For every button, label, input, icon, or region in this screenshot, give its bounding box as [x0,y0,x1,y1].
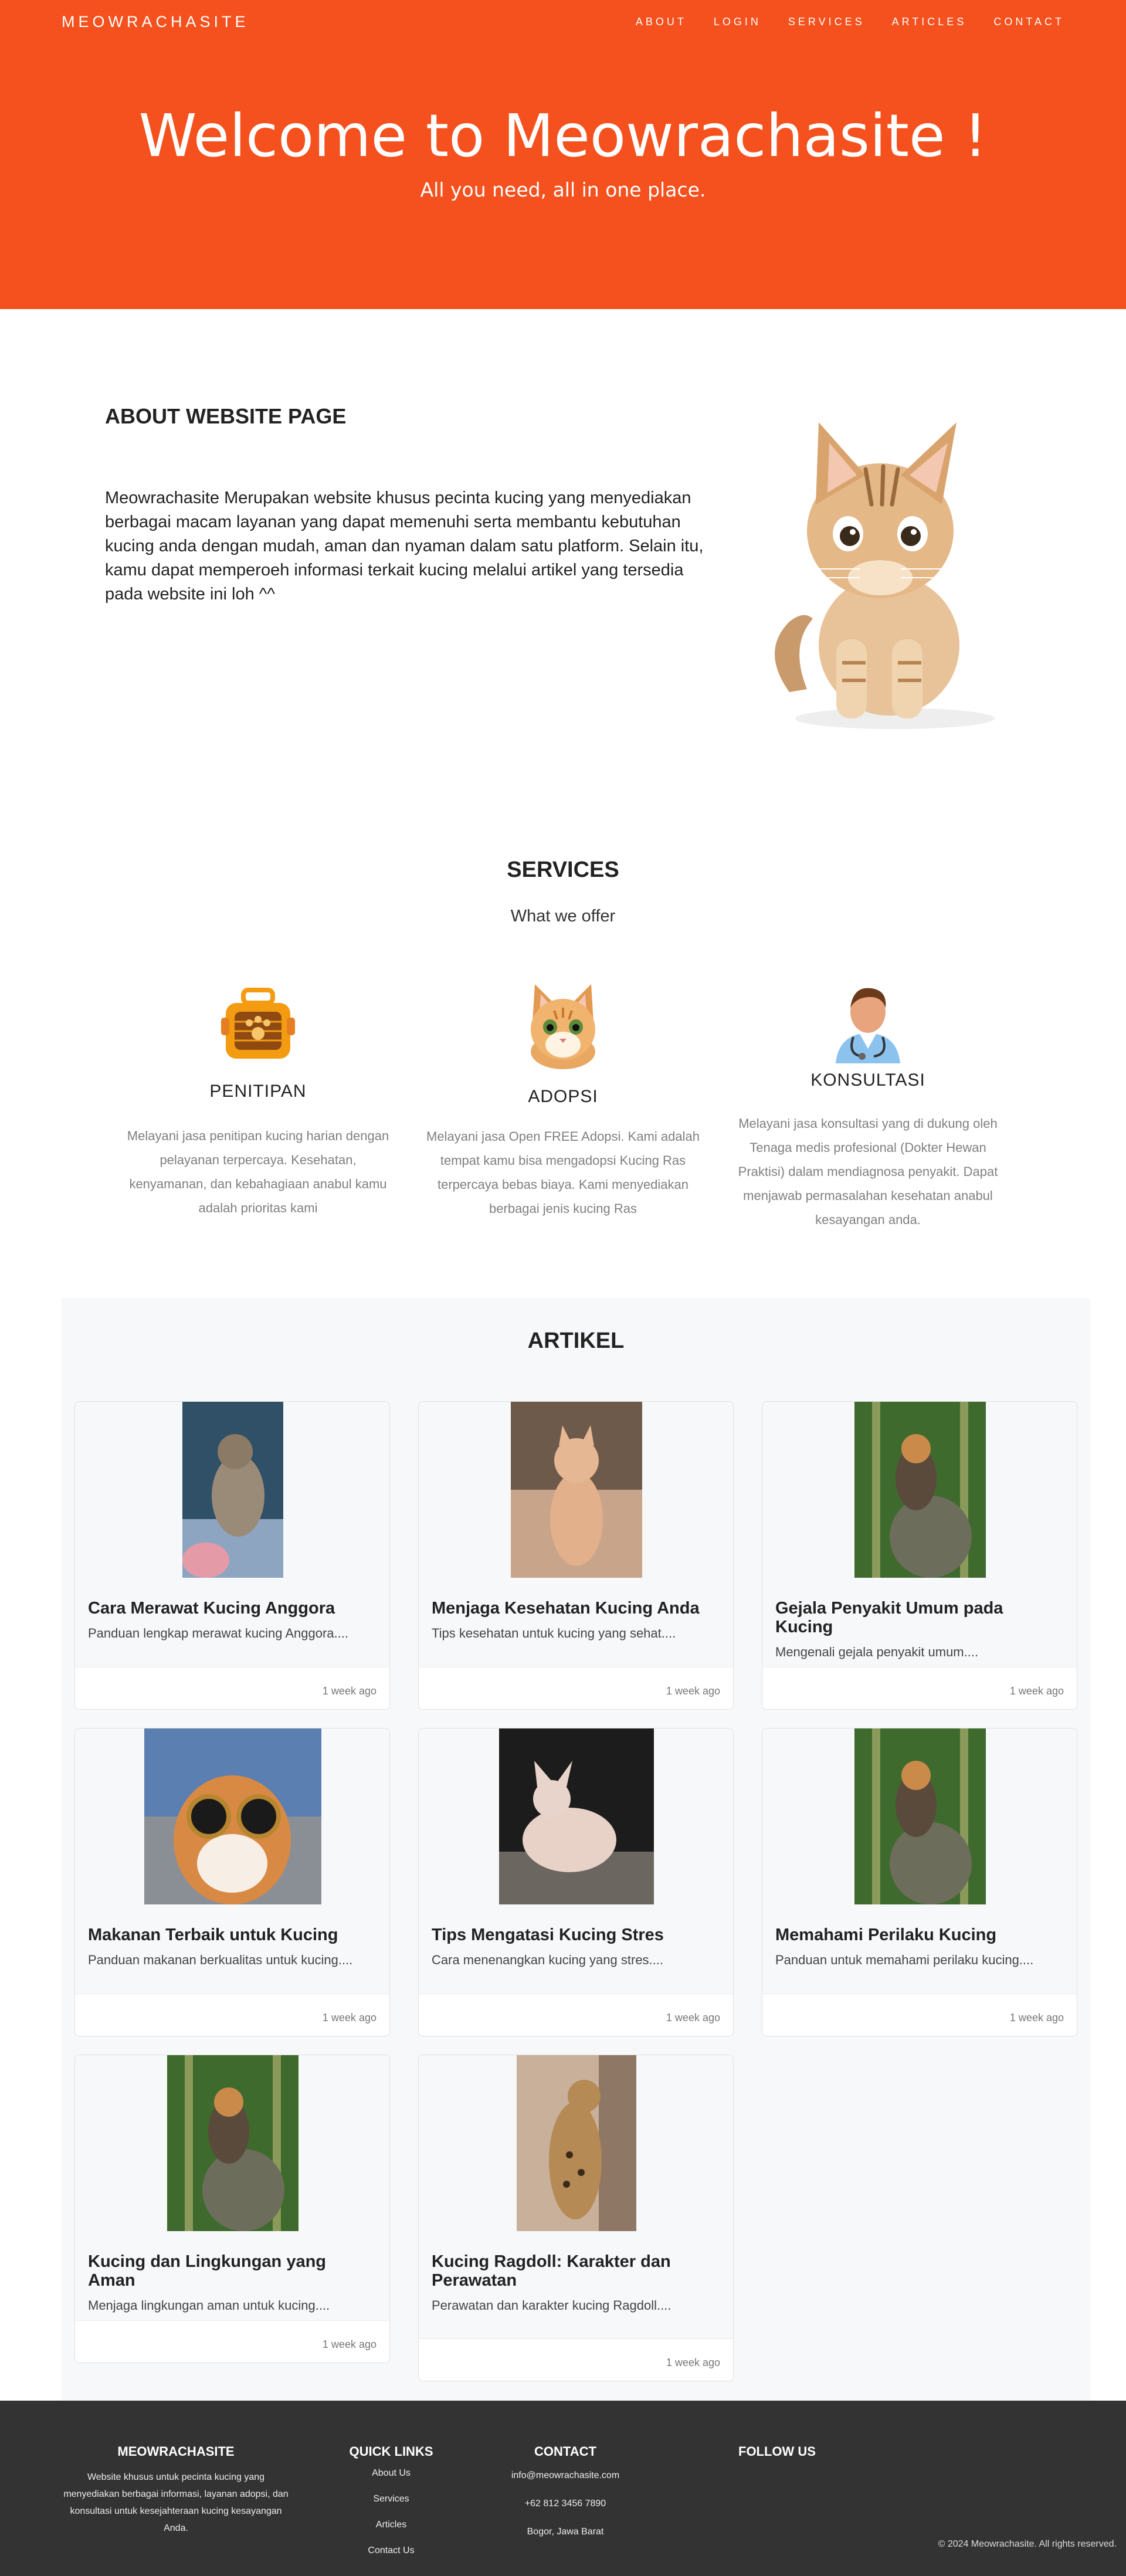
article-image [75,2055,389,2231]
article-timestamp: 1 week ago [419,1667,733,1709]
article-card[interactable]: Cara Merawat Kucing Anggora Panduan leng… [74,1401,390,1710]
footer-link-services[interactable]: Services [333,2486,450,2512]
services-subheading: What we offer [510,907,616,926]
footer-follow: FOLLOW US [713,2444,842,2469]
article-excerpt: Menjaga lingkungan aman untuk kucing.... [88,2298,330,2313]
footer-links-heading: QUICK LINKS [349,2444,433,2459]
footer-about: MEOWRACHASITE Website khusus untuk pecin… [62,2444,290,2537]
service-desc-konsultasi: Melayani jasa konsultasi yang di dukung … [738,1116,998,1227]
article-timestamp: 1 week ago [75,1667,389,1709]
article-card[interactable]: Kucing dan Lingkungan yang Aman Menjaga … [74,2055,390,2363]
article-excerpt: Perawatan dan karakter kucing Ragdoll...… [432,2298,671,2313]
about-section: ABOUT WEBSITE PAGE Meowrachasite Merupak… [0,309,1126,780]
article-image [419,1402,733,1578]
doctor-icon [836,988,900,1063]
footer-phone: +62 812 3456 7890 [524,2499,606,2509]
article-timestamp: 1 week ago [75,1994,389,2036]
kitten-icon [531,984,595,1069]
footer-about-heading: MEOWRACHASITE [117,2444,235,2459]
top-navbar: MEOWRACHASITE ABOUT LOGIN SERVICES ARTIC… [0,0,1126,43]
article-card[interactable]: Tips Mengatasi Kucing Stres Cara menenan… [418,1728,734,2036]
service-desc-penitipan: Melayani jasa penitipan kucing harian de… [127,1128,389,1215]
article-excerpt: Mengenali gejala penyakit umum.... [775,1645,979,1659]
article-image [75,1728,389,1904]
article-excerpt: Panduan lengkap merawat kucing Anggora..… [88,1626,348,1640]
articles-section: ARTIKEL Cara Merawat Kucing Anggora Pand… [62,1298,1090,2401]
article-timestamp: 1 week ago [762,1667,1077,1709]
article-card[interactable]: Kucing Ragdoll: Karakter dan Perawatan P… [418,2055,734,2381]
nav-login[interactable]: LOGIN [714,16,761,28]
service-title-adopsi: ADOPSI [528,1087,598,1106]
service-card-adopsi: ADOPSI Melayani jasa Open FREE Adopsi. K… [425,981,701,1221]
article-title[interactable]: Kucing dan Lingkungan yang Aman [88,2252,377,2290]
article-timestamp: 1 week ago [762,1994,1077,2036]
service-desc-adopsi: Melayani jasa Open FREE Adopsi. Kami ada… [426,1129,700,1216]
article-image [762,1402,1077,1578]
article-card[interactable]: Makanan Terbaik untuk Kucing Panduan mak… [74,1728,390,2036]
about-text: Meowrachasite Merupakan website khusus p… [105,489,704,604]
brand-logo-link[interactable]: MEOWRACHASITE [62,13,249,31]
site-footer: MEOWRACHASITE Website khusus untuk pecin… [0,2401,1126,2576]
article-image [419,1728,733,1904]
article-title[interactable]: Makanan Terbaik untuk Kucing [88,1926,377,1944]
about-heading: ABOUT WEBSITE PAGE [105,404,347,428]
services-section: SERVICES What we offer PENITIPAN Melayan… [0,780,1126,1298]
hero-subtitle: All you need, all in one place. [420,178,706,201]
article-image [419,2055,733,2231]
article-excerpt: Panduan untuk memahami perilaku kucing..… [775,1953,1034,1967]
footer-link-about-us[interactable]: About Us [333,2460,450,2486]
articles-heading: ARTIKEL [527,1328,625,1353]
nav-articles[interactable]: ARTICLES [892,16,967,28]
service-card-konsultasi: KONSULTASI Melayani jasa konsultasi yang… [730,981,1006,1232]
service-card-penitipan: PENITIPAN Melayani jasa penitipan kucing… [120,985,396,1220]
article-card[interactable]: Gejala Penyakit Umum pada Kucing Mengena… [762,1401,1077,1710]
footer-follow-heading: FOLLOW US [738,2444,816,2459]
pet-carrier-icon [221,988,295,1059]
article-timestamp: 1 week ago [419,1994,733,2036]
footer-address: Bogor, Jawa Barat [527,2527,604,2537]
hero-title: Welcome to Meowrachasite ! [138,101,988,170]
article-image [762,1728,1077,1904]
article-card[interactable]: Memahami Perilaku Kucing Panduan untuk m… [762,1728,1077,2036]
service-title-penitipan: PENITIPAN [209,1082,307,1101]
article-card[interactable]: Menjaga Kesehatan Kucing Anda Tips keseh… [418,1401,734,1710]
article-title[interactable]: Menjaga Kesehatan Kucing Anda [432,1599,720,1618]
footer-contact: CONTACT info@meowrachasite.com +62 812 3… [495,2444,636,2546]
article-timestamp: 1 week ago [419,2338,733,2381]
footer-contact-heading: CONTACT [534,2444,596,2459]
nav-services[interactable]: SERVICES [788,16,865,28]
article-image [75,1402,389,1578]
kitten-illustration [775,422,995,729]
article-title[interactable]: Kucing Ragdoll: Karakter dan Perawatan [432,2252,720,2290]
nav-about[interactable]: ABOUT [636,16,687,28]
article-excerpt: Panduan makanan berkualitas untuk kucing… [88,1953,353,1967]
article-excerpt: Tips kesehatan untuk kucing yang sehat..… [432,1626,676,1640]
article-title[interactable]: Tips Mengatasi Kucing Stres [432,1926,720,1944]
article-timestamp: 1 week ago [75,2320,389,2363]
article-excerpt: Cara menenangkan kucing yang stres.... [432,1953,664,1967]
hero-section: MEOWRACHASITE ABOUT LOGIN SERVICES ARTIC… [0,0,1126,309]
footer-quick-links: QUICK LINKS About Us Services Articles C… [333,2444,450,2564]
nav-contact[interactable]: CONTACT [993,16,1064,28]
service-title-konsultasi: KONSULTASI [810,1070,925,1090]
article-title[interactable]: Memahami Perilaku Kucing [775,1926,1064,1944]
footer-about-text: Website khusus untuk pecinta kucing yang… [63,2472,289,2533]
nav-menu: ABOUT LOGIN SERVICES ARTICLES CONTACT [636,16,1064,28]
article-title[interactable]: Cara Merawat Kucing Anggora [88,1599,377,1618]
services-heading: SERVICES [507,857,619,882]
footer-copyright: © 2024 Meowrachasite. All rights reserve… [938,2539,1117,2549]
article-title[interactable]: Gejala Penyakit Umum pada Kucing [775,1599,1064,1636]
footer-link-contact-us[interactable]: Contact Us [333,2538,450,2564]
footer-link-articles[interactable]: Articles [333,2512,450,2538]
footer-email[interactable]: info@meowrachasite.com [495,2462,636,2490]
